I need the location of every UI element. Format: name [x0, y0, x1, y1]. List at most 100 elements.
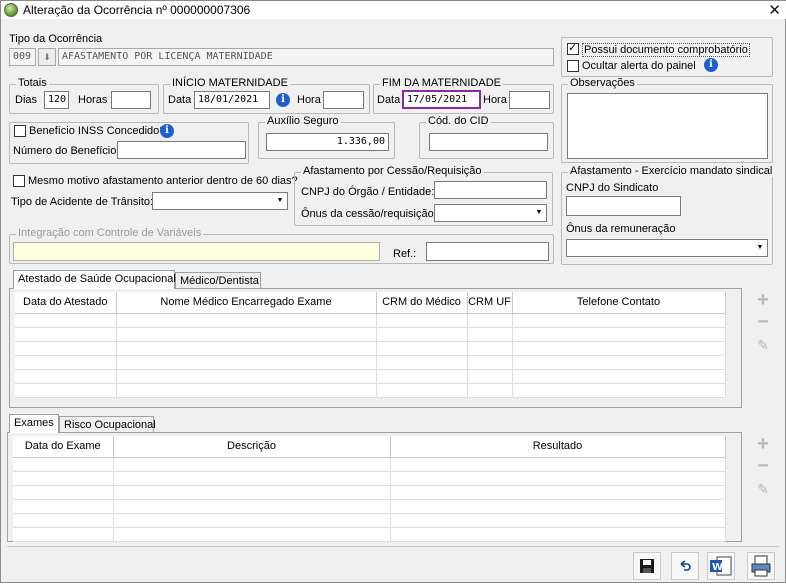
- atestado-table[interactable]: Data do Atestado Nome Médico Encarregado…: [15, 292, 726, 398]
- word-doc-icon[interactable]: W: [707, 552, 735, 580]
- inicio-hora-field[interactable]: [323, 91, 364, 109]
- add-exame-button[interactable]: +: [753, 434, 773, 455]
- cessao-group-label: Afastamento por Cessão/Requisição: [301, 165, 484, 177]
- inss-label[interactable]: Benefício INSS Concedido?: [29, 125, 165, 137]
- app-icon: [4, 3, 18, 17]
- totais-group-label: Totais: [16, 77, 49, 89]
- inicio-hora-label: Hora: [297, 94, 321, 106]
- undo-icon[interactable]: [671, 552, 699, 580]
- ref-label: Ref.:: [393, 248, 417, 260]
- tab-risco-ocupacional[interactable]: Risco Ocupacional: [59, 416, 156, 433]
- inicio-data-field[interactable]: 18/01/2021: [194, 91, 270, 109]
- edit-exame-button[interactable]: ✎: [753, 479, 773, 499]
- remove-exame-button[interactable]: −: [753, 456, 773, 477]
- remove-atestado-button[interactable]: −: [753, 312, 773, 333]
- table-row[interactable]: [15, 355, 726, 370]
- sindical-cnpj-field[interactable]: [566, 196, 681, 216]
- col-data-atestado[interactable]: Data do Atestado: [15, 292, 117, 314]
- sindical-cnpj-label: CNPJ do Sindicato: [566, 182, 659, 194]
- table-row[interactable]: [13, 471, 726, 486]
- table-row[interactable]: [13, 513, 726, 528]
- inss-checkbox[interactable]: [14, 125, 26, 137]
- col-crm-uf[interactable]: CRM UF: [467, 292, 513, 314]
- auxilio-group-label: Auxílio Seguro: [265, 115, 341, 127]
- table-row[interactable]: [13, 499, 726, 514]
- info-icon[interactable]: i: [704, 58, 718, 72]
- mesmo-motivo-checkbox[interactable]: [13, 175, 25, 187]
- print-preview-icon[interactable]: [747, 552, 775, 580]
- cessao-cnpj-label: CNPJ do Órgão / Entidade:: [301, 186, 435, 198]
- sindical-onus-select[interactable]: ▼: [566, 239, 768, 257]
- table-row[interactable]: [13, 527, 726, 542]
- cid-field[interactable]: [429, 133, 548, 151]
- table-row[interactable]: [13, 485, 726, 500]
- tipo-description-field: AFASTAMENTO POR LICENÇA MATERNIDADE: [58, 48, 554, 66]
- inicio-info-icon[interactable]: i: [276, 93, 290, 107]
- cessao-onus-label: Ônus da cessão/requisição:: [301, 208, 437, 220]
- divider: [7, 546, 779, 547]
- mesmo-motivo-label[interactable]: Mesmo motivo afastamento anterior dentro…: [28, 175, 298, 187]
- col-descricao[interactable]: Descrição: [113, 436, 391, 458]
- dropdown-arrow-icon: ▼: [535, 209, 543, 216]
- lookup-icon[interactable]: ⬇: [38, 48, 56, 66]
- tab-atestado[interactable]: Atestado de Saúde Ocupacional: [13, 270, 176, 289]
- auxilio-field[interactable]: 1.336,00: [266, 133, 389, 151]
- tipo-code-field[interactable]: 009: [9, 48, 36, 66]
- observacoes-textarea[interactable]: [567, 93, 768, 159]
- integracao-field: [13, 242, 380, 261]
- tipo-label: Tipo da Ocorrência: [9, 33, 103, 45]
- table-row[interactable]: [15, 383, 726, 398]
- edit-atestado-button[interactable]: ✎: [753, 335, 773, 355]
- inicio-group-label: INÍCIO MATERNIDADE: [170, 77, 290, 89]
- fim-data-field[interactable]: 17/05/2021: [402, 90, 481, 109]
- ref-field[interactable]: [426, 242, 549, 261]
- dropdown-arrow-icon: ▼: [756, 244, 764, 251]
- table-row[interactable]: [15, 341, 726, 356]
- col-nome-medico[interactable]: Nome Médico Encarregado Exame: [116, 292, 377, 314]
- sindical-onus-label: Ônus da remuneração: [566, 223, 676, 235]
- table-row[interactable]: [13, 457, 726, 472]
- dialog-window: Alteração da Ocorrência nº 000000007306 …: [0, 0, 786, 583]
- inicio-data-label: Data: [168, 94, 192, 106]
- dropdown-arrow-icon: ▼: [276, 197, 284, 204]
- integracao-group-label: Integração com Controle de Variáveis: [16, 227, 204, 239]
- horas-field[interactable]: [111, 91, 151, 109]
- svg-text:W: W: [712, 562, 723, 573]
- fim-group-label: FIM DA MATERNIDADE: [380, 77, 503, 89]
- col-data-exame[interactable]: Data do Exame: [13, 436, 114, 458]
- numero-beneficio-field[interactable]: [117, 141, 246, 159]
- possui-documento-label[interactable]: Possui documento comprobatório: [582, 43, 750, 57]
- numero-beneficio-label: Número do Benefício:: [13, 145, 120, 157]
- dias-label: Dias: [15, 94, 38, 106]
- acidente-select[interactable]: ▼: [152, 192, 288, 210]
- fim-hora-label: Hora: [483, 94, 507, 106]
- fim-data-label: Data: [377, 94, 401, 106]
- table-row[interactable]: [15, 327, 726, 342]
- tab-exames[interactable]: Exames: [9, 414, 59, 433]
- acidente-label: Tipo de Acidente de Trânsito:: [11, 196, 154, 208]
- close-icon[interactable]: ✕: [768, 1, 781, 19]
- sindical-group-label: Afastamento - Exercício mandato sindical: [568, 165, 775, 177]
- dias-field[interactable]: 120: [44, 91, 69, 109]
- add-atestado-button[interactable]: +: [753, 290, 773, 311]
- observacoes-group-label: Observações: [568, 77, 637, 89]
- col-resultado[interactable]: Resultado: [390, 436, 726, 458]
- ocultar-alerta-checkbox[interactable]: [567, 60, 579, 72]
- cessao-cnpj-field[interactable]: [434, 181, 547, 199]
- col-crm-medico[interactable]: CRM do Médico: [376, 292, 468, 314]
- title-bar: Alteração da Ocorrência nº 000000007306 …: [1, 1, 786, 19]
- inss-info-icon[interactable]: i: [160, 124, 174, 138]
- save-icon[interactable]: [633, 552, 661, 580]
- possui-documento-checkbox[interactable]: [567, 41, 579, 55]
- table-row[interactable]: [15, 313, 726, 328]
- col-telefone[interactable]: Telefone Contato: [512, 292, 726, 314]
- fim-hora-field[interactable]: [509, 91, 550, 109]
- horas-label: Horas: [78, 94, 108, 106]
- window-title: Alteração da Ocorrência nº 000000007306: [23, 3, 251, 17]
- cessao-onus-select[interactable]: ▼: [434, 204, 547, 222]
- table-row[interactable]: [15, 369, 726, 384]
- ocultar-alerta-label[interactable]: Ocultar alerta do painel: [582, 60, 696, 72]
- cid-group-label: Cód. do CID: [426, 115, 491, 127]
- exames-table[interactable]: Data do Exame Descrição Resultado: [13, 436, 726, 542]
- tab-medico-dentista[interactable]: Médico/Dentista: [175, 272, 261, 289]
